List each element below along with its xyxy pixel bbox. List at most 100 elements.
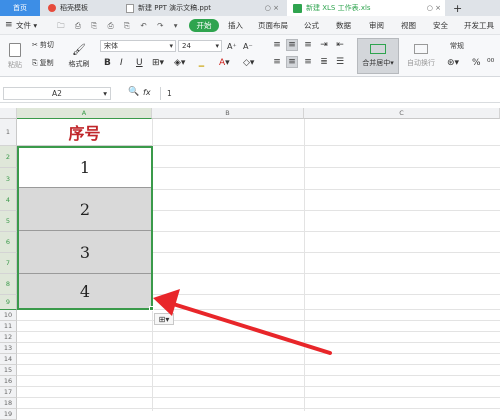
file-menu[interactable]: 文件 ▾ [16,19,37,32]
chevron-down-icon: ▾ [103,89,107,98]
data-cell[interactable]: 2 [19,188,151,231]
row-header[interactable]: 9 [0,295,17,310]
header-cell[interactable]: 序号 [17,119,152,146]
row-header[interactable]: 2 [0,146,17,168]
tab-home[interactable]: 首页 [0,0,40,16]
row-header[interactable]: 11 [0,321,17,332]
font-size-select[interactable]: 24 ▾ [178,40,222,52]
data-cell[interactable]: 3 [19,231,151,274]
docer-icon [48,4,56,12]
paste-button[interactable]: 粘贴 [3,38,27,74]
ribbon: 粘贴 ✂ 剪切 ⎘ 复制 🖌 格式刷 宋体 ▾ 24 ▾ A⁺ A⁻ B I U ⊞▾ … [0,35,500,77]
paste-options-button[interactable]: ⊞ ▾ [154,313,174,325]
tab-close-icon[interactable]: ○ × [427,4,441,12]
column-header-c[interactable]: C [304,108,500,119]
row-header[interactable]: 6 [0,232,17,253]
outdent-icon[interactable]: ⇤ [334,39,346,51]
tab-review[interactable]: 审阅 [369,19,384,32]
tab-bar: 首页 稻壳模板 新建 PPT 演示文稿.ppt ○ × 新建 XLS 工作表.x… [0,0,500,16]
merge-center-button[interactable]: 合并居中▾ [357,38,399,74]
row-header[interactable]: 18 [0,398,17,409]
formula-input[interactable]: 1 [160,87,496,100]
tab-start[interactable]: 开始 [189,19,219,32]
tab-view[interactable]: 视图 [401,19,416,32]
tab-page-layout[interactable]: 页面布局 [258,19,288,32]
tab-docer[interactable]: 稻壳模板 [42,0,117,16]
row-header[interactable]: 5 [0,211,17,232]
align-left-icon[interactable]: ≡ [271,56,283,68]
row-header[interactable]: 4 [0,190,17,211]
cut-button[interactable]: ✂ 剪切 [32,39,54,51]
row-header[interactable]: 15 [0,365,17,376]
row-header[interactable]: 16 [0,376,17,387]
copy-button[interactable]: ⎘ 复制 [32,57,54,69]
tab-label: 首页 [13,4,27,12]
underline-button[interactable]: U [136,57,143,69]
tab-formula[interactable]: 公式 [304,19,319,32]
bold-button[interactable]: B [104,57,111,69]
fill-color-swatch: ▁ [198,59,205,67]
row-header[interactable]: 14 [0,354,17,365]
number-format-select[interactable]: 常规 [447,40,500,52]
wrap-text-button[interactable]: 自动换行 [403,38,439,74]
row-header[interactable]: 8 [0,274,17,295]
scissors-icon: ✂ [32,41,38,49]
tab-ppt[interactable]: 新建 PPT 演示文稿.ppt ○ × [120,0,285,16]
zoom-search-icon[interactable]: 🔍 [128,87,139,97]
column-header-a[interactable]: A [17,108,152,119]
row-header[interactable]: 7 [0,253,17,274]
menu-bar: ≡ 文件 ▾ 🗀 ⎙ ⎘ ⎙ ⎘ ↶ ↷ ▾ 开始 插入 页面布局 公式 数据 … [0,16,500,35]
data-cell[interactable]: 1 [19,148,151,188]
tab-insert[interactable]: 插入 [228,19,243,32]
row-header[interactable]: 12 [0,332,17,343]
grow-font-button[interactable]: A⁺ [227,40,237,52]
align-right-icon[interactable]: ≡ [302,56,314,68]
row-header[interactable]: 1 [0,119,17,146]
formula-bar: A2 ▾ 🔍 fx 1 [0,85,500,103]
tab-label: 新建 XLS 工作表.xls [306,4,371,12]
align-bottom-icon[interactable]: ≡ [302,39,314,51]
paste-icon [9,42,21,57]
menu-icon[interactable]: ≡ [5,19,13,32]
column-header-b[interactable]: B [152,108,304,119]
tab-developer[interactable]: 开发工具 [464,19,494,32]
data-cell[interactable]: 4 [19,274,151,308]
row-header[interactable]: 17 [0,387,17,398]
row-header[interactable]: 3 [0,168,17,190]
tab-data[interactable]: 数据 [336,19,351,32]
borders-icon[interactable]: ⊞▾ [152,57,164,69]
italic-button[interactable]: I [120,57,123,69]
justify-icon[interactable]: ≣ [318,56,330,68]
fx-icon[interactable]: fx [143,88,151,97]
font-color-button[interactable]: A ▾ [219,57,230,69]
fill-color-icon[interactable]: ◈▾ [174,57,185,69]
select-all-corner[interactable] [0,108,17,119]
distribute-icon[interactable]: ☰ [334,56,346,68]
align-center-icon[interactable]: ≡ [286,56,298,68]
currency-icon[interactable]: ⊛▾ [447,57,459,69]
percent-button[interactable]: % [472,57,481,69]
xls-file-icon [293,3,302,13]
new-tab-button[interactable]: + [450,0,466,16]
tab-security[interactable]: 安全 [433,19,448,32]
chevron-down-icon: ▾ [215,42,219,50]
quick-access-toolbar: 🗀 ⎙ ⎘ ⎙ ⎘ ↶ ↷ ▾ [57,21,182,30]
eraser-icon[interactable]: ◇▾ [243,57,254,69]
tab-xls[interactable]: 新建 XLS 工作表.xls ○ × [287,0,445,16]
indent-icon[interactable]: ⇥ [318,39,330,51]
chevron-down-icon: ▾ [169,42,173,50]
row-header[interactable]: 13 [0,343,17,354]
fill-handle[interactable] [149,306,154,311]
shrink-font-button[interactable]: A⁻ [243,40,253,52]
align-middle-icon[interactable]: ≡ [286,39,298,51]
spreadsheet-grid[interactable]: A B C 1 2 3 4 5 6 7 8 9 10 11 12 13 14 1… [0,108,500,420]
copy-icon: ⎘ [32,58,38,67]
align-top-icon[interactable]: ≡ [271,39,283,51]
name-box[interactable]: A2 ▾ [3,87,111,100]
row-header[interactable]: 10 [0,310,17,321]
paste-options-icon: ⊞ [158,314,166,324]
font-name-select[interactable]: 宋体 ▾ [100,40,176,52]
tab-close-icon[interactable]: ○ × [265,4,279,12]
comma-style-icon[interactable]: ⁰⁰ [487,57,494,69]
format-painter-button[interactable]: 🖌 格式刷 [65,38,93,74]
